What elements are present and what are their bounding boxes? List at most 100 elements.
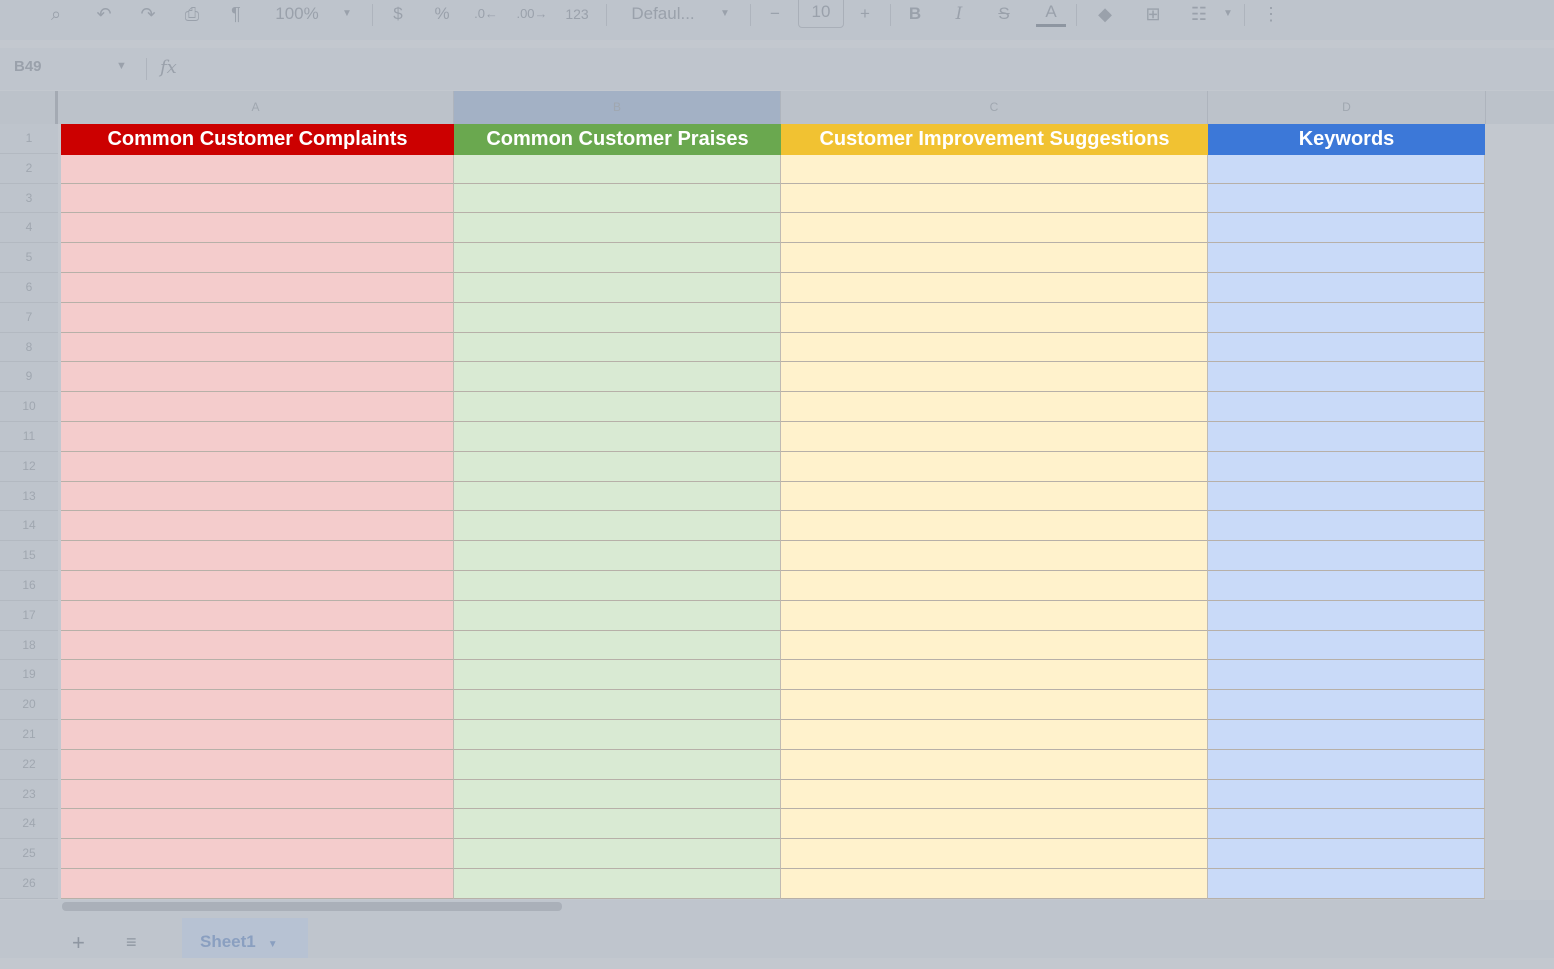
cell[interactable] [1208, 779, 1485, 810]
cell[interactable] [1208, 511, 1485, 542]
cell[interactable] [61, 392, 454, 422]
increase-font-size-icon[interactable]: + [852, 0, 878, 28]
cell[interactable] [61, 720, 454, 750]
header-keywords[interactable]: Keywords [1208, 124, 1485, 155]
cell[interactable] [454, 183, 781, 214]
sheet-tab[interactable]: Sheet1 ▼ [182, 918, 308, 958]
row-header[interactable]: 7 [0, 302, 58, 333]
row-header[interactable]: 9 [0, 362, 58, 393]
undo-icon[interactable]: ↶ [90, 0, 118, 28]
chevron-down-icon[interactable]: ▼ [116, 60, 127, 72]
cell[interactable] [1208, 749, 1485, 780]
cell[interactable] [454, 302, 781, 333]
select-all-corner[interactable] [0, 91, 58, 124]
font-select[interactable]: Defaul... [620, 0, 706, 28]
cell[interactable] [61, 332, 454, 363]
cell[interactable] [1208, 362, 1485, 393]
cell[interactable] [781, 302, 1208, 333]
cell[interactable] [781, 481, 1208, 512]
cell[interactable] [454, 243, 781, 273]
cell[interactable] [1208, 422, 1485, 452]
decrease-decimal-icon[interactable]: .0← [472, 0, 500, 28]
cell[interactable] [454, 213, 781, 244]
cell[interactable] [1208, 153, 1485, 184]
print-icon[interactable]: ⎙ [178, 0, 206, 28]
cell[interactable] [781, 839, 1208, 869]
cell[interactable] [61, 213, 454, 244]
cell[interactable] [781, 332, 1208, 363]
cell[interactable] [1208, 243, 1485, 273]
row-header[interactable]: 22 [0, 749, 58, 780]
cell[interactable] [61, 839, 454, 869]
cell[interactable] [781, 213, 1208, 244]
cell[interactable] [781, 571, 1208, 601]
cell[interactable] [61, 690, 454, 720]
merge-icon[interactable]: ☷ [1184, 0, 1214, 28]
cell[interactable] [454, 153, 781, 184]
cell[interactable] [781, 422, 1208, 452]
cell[interactable] [61, 749, 454, 780]
cell[interactable] [454, 630, 781, 661]
cell[interactable] [781, 720, 1208, 750]
font-size-input[interactable]: 10 [798, 0, 844, 28]
row-header[interactable]: 6 [0, 273, 58, 303]
cell[interactable] [1208, 183, 1485, 214]
cell[interactable] [454, 600, 781, 631]
cell[interactable] [61, 809, 454, 840]
cell[interactable] [1208, 302, 1485, 333]
cell[interactable] [781, 779, 1208, 810]
row-header[interactable]: 16 [0, 571, 58, 601]
row-header[interactable]: 23 [0, 779, 58, 810]
add-sheet-button[interactable]: + [72, 930, 85, 956]
cell[interactable] [454, 392, 781, 422]
chevron-down-icon[interactable]: ▼ [338, 0, 356, 28]
cell[interactable] [454, 749, 781, 780]
column-header-e[interactable] [1486, 91, 1554, 124]
cell[interactable] [61, 302, 454, 333]
row-header[interactable]: 26 [0, 869, 58, 899]
cell[interactable] [1208, 481, 1485, 512]
row-header[interactable]: 14 [0, 511, 58, 542]
cell[interactable] [781, 362, 1208, 393]
more-icon[interactable]: ⋮ [1258, 0, 1284, 28]
strikethrough-icon[interactable]: S [990, 0, 1018, 28]
number-format-button[interactable]: 123 [560, 0, 594, 28]
fill-color-icon[interactable]: ◆ [1090, 0, 1120, 28]
cell[interactable] [454, 571, 781, 601]
row-header[interactable]: 12 [0, 451, 58, 482]
cell[interactable] [781, 869, 1208, 899]
currency-format-button[interactable]: $ [386, 0, 410, 28]
increase-decimal-icon[interactable]: .00→ [516, 0, 548, 28]
row-header[interactable]: 21 [0, 720, 58, 750]
cell[interactable] [454, 422, 781, 452]
cell[interactable] [61, 273, 454, 303]
row-header[interactable]: 17 [0, 600, 58, 631]
cell[interactable] [1208, 213, 1485, 244]
row-header[interactable]: 18 [0, 630, 58, 661]
row-header[interactable]: 10 [0, 392, 58, 422]
cell[interactable] [454, 332, 781, 363]
cell[interactable] [61, 153, 454, 184]
cell[interactable] [1208, 273, 1485, 303]
cell[interactable] [454, 451, 781, 482]
cell[interactable] [781, 273, 1208, 303]
row-header[interactable]: 24 [0, 809, 58, 840]
italic-button[interactable]: I [946, 0, 972, 28]
row-header[interactable]: 19 [0, 660, 58, 691]
cell[interactable] [1208, 690, 1485, 720]
cell[interactable] [1208, 451, 1485, 482]
cell[interactable] [61, 869, 454, 899]
chevron-down-icon[interactable]: ▼ [1220, 0, 1236, 28]
all-sheets-button[interactable]: ≡ [126, 932, 137, 953]
cell[interactable] [1208, 541, 1485, 571]
row-header[interactable]: 15 [0, 541, 58, 571]
row-header[interactable]: 5 [0, 243, 58, 273]
column-header-a[interactable]: A [58, 91, 454, 124]
cell[interactable] [61, 571, 454, 601]
cell[interactable] [781, 183, 1208, 214]
cell[interactable] [454, 869, 781, 899]
cell[interactable] [454, 779, 781, 810]
borders-icon[interactable]: ⊞ [1138, 0, 1168, 28]
column-header-b[interactable]: B [454, 91, 781, 124]
cell[interactable] [61, 541, 454, 571]
